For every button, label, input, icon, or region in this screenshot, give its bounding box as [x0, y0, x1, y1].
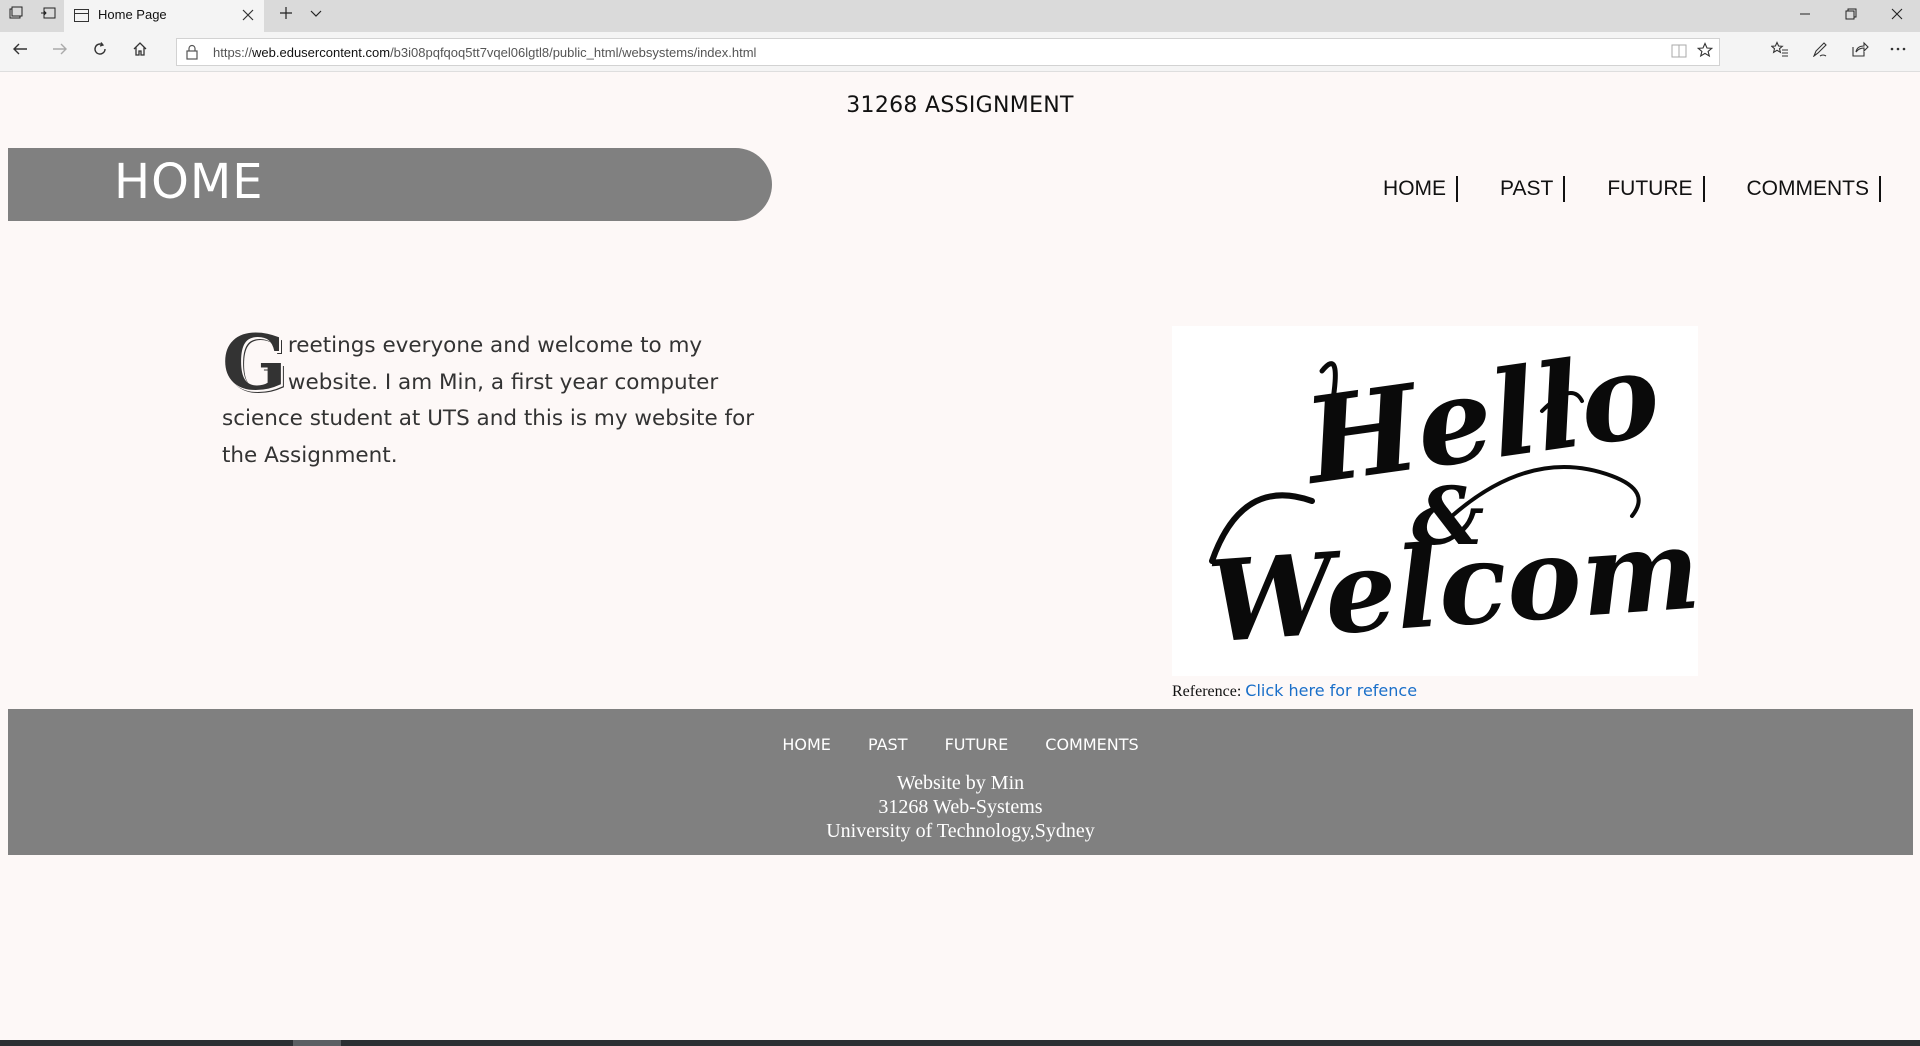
- favorite-star-icon[interactable]: [1693, 41, 1717, 65]
- notes-pen-icon[interactable]: [1806, 40, 1834, 64]
- nav-link-past[interactable]: PAST: [1458, 176, 1566, 202]
- reference-line: Reference: Click here for refence: [1172, 681, 1417, 701]
- drop-cap: G: [222, 318, 287, 407]
- footer-credits: Website by Min 31268 Web-Systems Univers…: [8, 771, 1913, 843]
- chevron-down-icon[interactable]: [306, 6, 326, 26]
- tab-home-page[interactable]: Home Page: [64, 0, 264, 32]
- refresh-icon[interactable]: [86, 40, 114, 64]
- tab-restore-icon[interactable]: [38, 6, 58, 26]
- lettering-welcome: Welcome!: [1204, 495, 1698, 668]
- plus-icon[interactable]: [276, 6, 296, 26]
- forward-icon[interactable]: [46, 40, 74, 64]
- minimize-icon[interactable]: [1782, 0, 1828, 32]
- footer-course: 31268 Web-Systems: [878, 796, 1043, 818]
- scrollbar-thumb[interactable]: [293, 1040, 341, 1046]
- page-banner: HOME: [8, 148, 772, 221]
- tab-bar: Home Page: [0, 0, 1920, 32]
- footer-author: Website by Min: [896, 772, 1025, 794]
- page-icon: [74, 9, 89, 22]
- close-icon[interactable]: [1874, 0, 1920, 32]
- footer-link-future[interactable]: FUTURE: [945, 735, 1009, 754]
- url-host: web.edusercontent.com: [252, 45, 391, 60]
- banner-title: HOME: [114, 154, 264, 210]
- favorites-hub-icon[interactable]: [1766, 40, 1794, 64]
- share-icon[interactable]: [1846, 40, 1874, 64]
- footer-link-past[interactable]: PAST: [868, 735, 908, 754]
- reading-view-icon[interactable]: [1667, 41, 1691, 65]
- footer-link-home[interactable]: HOME: [782, 735, 831, 754]
- reference-link[interactable]: Click here for refence: [1245, 681, 1417, 700]
- tab-set-aside-icon[interactable]: [6, 6, 26, 26]
- intro-text: reetings everyone and welcome to my webs…: [222, 333, 755, 468]
- restore-icon[interactable]: [1828, 0, 1874, 32]
- site-title: 31268 ASSIGNMENT: [846, 93, 1074, 118]
- lock-icon[interactable]: [185, 44, 199, 60]
- tab-title: Home Page: [98, 7, 167, 22]
- url-path: /b3i08pqfqoq5tt7vqel06lgtl8/public_html/…: [390, 45, 757, 60]
- reference-label: Reference:: [1172, 683, 1242, 700]
- footer-nav: HOME PAST FUTURE COMMENTS: [8, 735, 1913, 754]
- footer-university: University of Technology,Sydney: [826, 820, 1095, 842]
- back-icon[interactable]: [6, 40, 34, 64]
- main-nav: HOME PAST FUTURE COMMENTS: [1383, 176, 1881, 202]
- site-footer: HOME PAST FUTURE COMMENTS Website by Min…: [8, 709, 1913, 855]
- url-input[interactable]: https://web.edusercontent.com/b3i08pqfqo…: [176, 38, 1720, 66]
- address-bar: https://web.edusercontent.com/b3i08pqfqo…: [0, 32, 1920, 72]
- nav-link-home[interactable]: HOME: [1383, 176, 1459, 202]
- nav-link-comments[interactable]: COMMENTS: [1705, 176, 1881, 202]
- hello-welcome-lettering: Hello & Welcome!: [1204, 324, 1824, 669]
- nav-link-future[interactable]: FUTURE: [1565, 176, 1705, 202]
- url-text: https://web.edusercontent.com/b3i08pqfqo…: [213, 45, 756, 60]
- intro-paragraph: G reetings everyone and welcome to my we…: [222, 318, 762, 474]
- url-scheme: https://: [213, 45, 253, 60]
- close-tab-icon[interactable]: [238, 6, 258, 26]
- more-icon[interactable]: [1884, 40, 1912, 64]
- web-page: 31268 ASSIGNMENT HOME HOME PAST FUTURE C…: [0, 73, 1920, 1046]
- home-icon[interactable]: [126, 40, 154, 64]
- footer-link-comments[interactable]: COMMENTS: [1045, 735, 1138, 754]
- hello-welcome-image: Hello & Welcome!: [1172, 324, 1824, 676]
- horizontal-scrollbar[interactable]: [0, 1040, 1920, 1046]
